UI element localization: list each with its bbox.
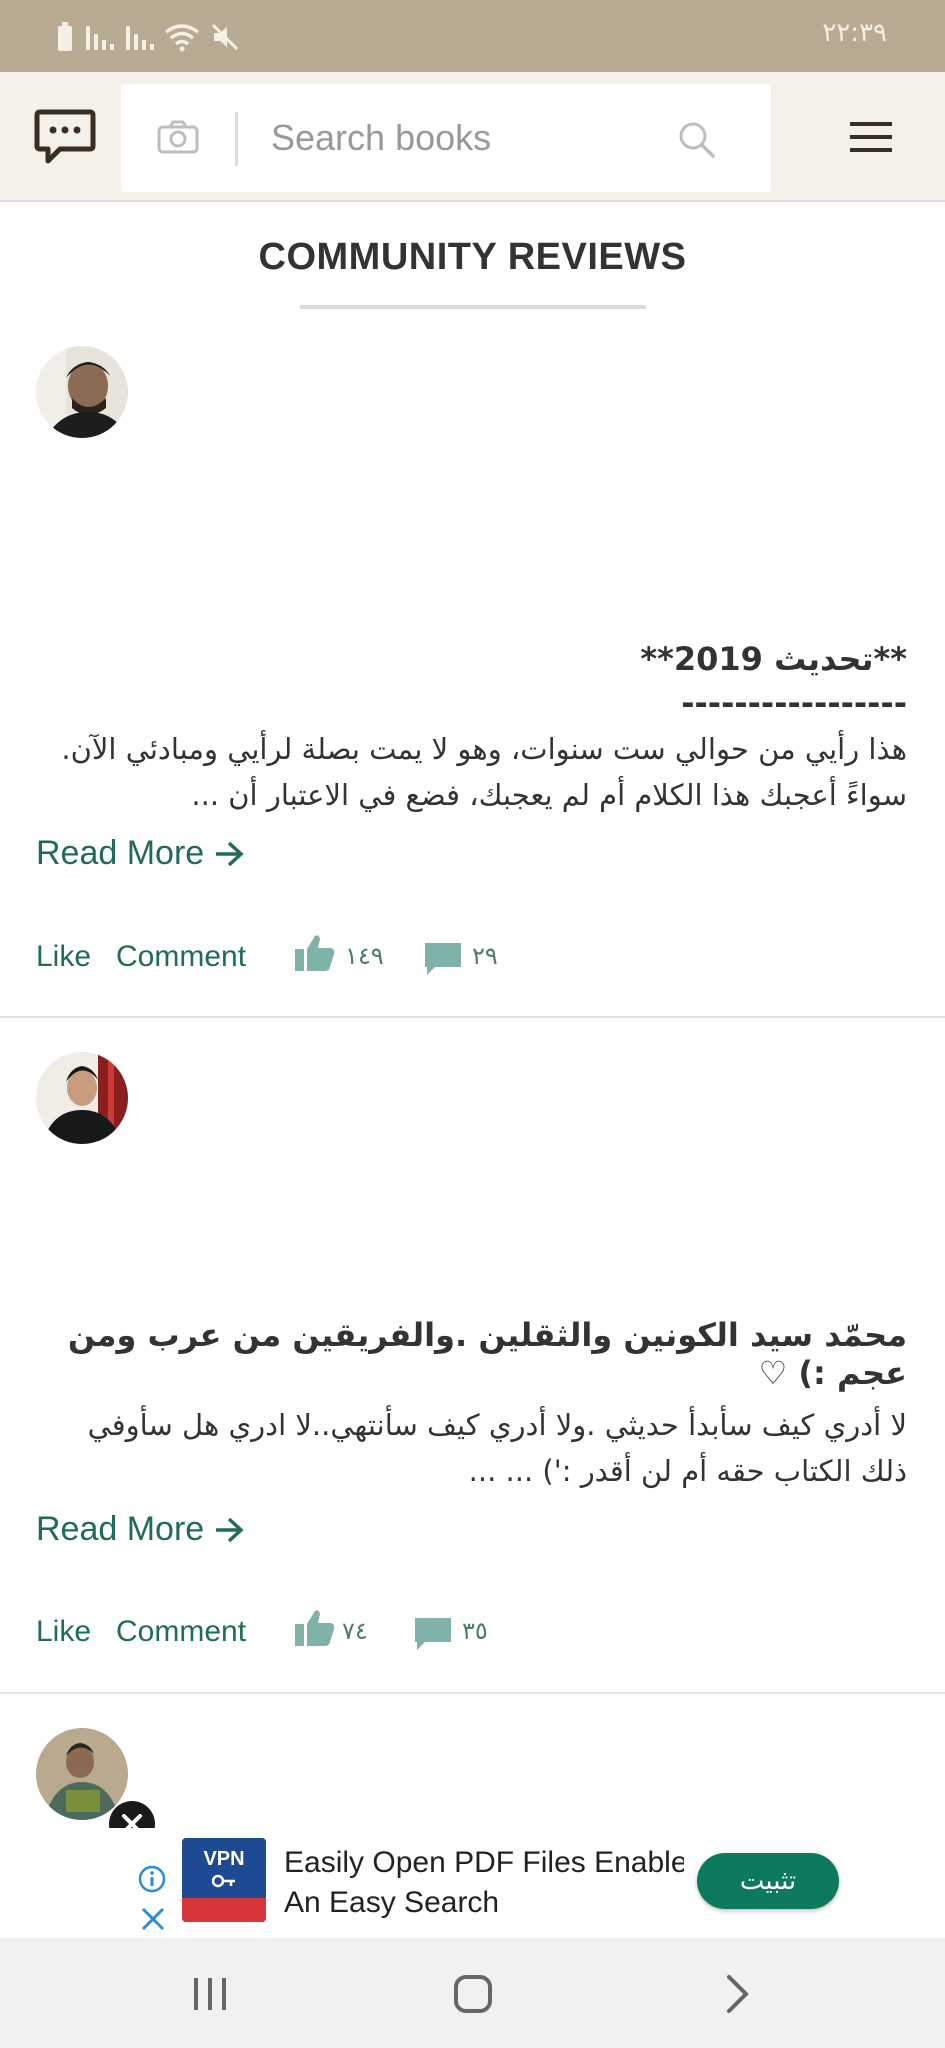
title-underline	[300, 305, 646, 309]
back-button[interactable]	[724, 1974, 752, 2014]
arrow-right-icon	[216, 1517, 244, 1542]
search-icon[interactable]	[677, 120, 717, 160]
thumbs-up-icon	[295, 935, 335, 971]
ad-app-logo: VPN	[182, 1838, 266, 1922]
avatar[interactable]	[36, 1052, 128, 1144]
read-more-link[interactable]: Read More	[36, 834, 244, 873]
ad-logo-text: VPN	[203, 1848, 245, 1870]
mute-icon	[211, 23, 239, 51]
avatar[interactable]	[36, 346, 128, 438]
hamburger-icon	[850, 122, 892, 152]
review-dashes: -----------------	[681, 684, 907, 722]
review-body: لا أدري كيف سأبدأ حديثي .ولا أدري كيف سأ…	[87, 1408, 907, 1488]
comment-icon	[415, 1618, 451, 1650]
review-heading: محمّد سيد الكونين والثقلين .والفريقين من…	[67, 1316, 907, 1392]
ad-info-icon[interactable]	[138, 1865, 166, 1893]
review-divider	[0, 1692, 945, 1694]
ad-dismiss-icon[interactable]	[140, 1906, 166, 1932]
ad-subline: An Easy Search	[284, 1886, 500, 1919]
like-button[interactable]: Like	[36, 1615, 91, 1649]
search-box	[121, 84, 771, 192]
wifi-icon	[164, 24, 200, 52]
section-title: COMMUNITY REVIEWS	[258, 236, 687, 278]
ad-logo-pdf-strip	[182, 1898, 266, 1922]
key-icon	[212, 1874, 235, 1888]
read-more-label: Read More	[36, 1510, 205, 1548]
status-icons	[56, 20, 240, 54]
menu-button[interactable]	[848, 120, 894, 154]
home-icon	[454, 1975, 492, 2013]
read-more-label: Read More	[36, 834, 205, 872]
comment-icon	[425, 943, 461, 975]
chevron-right-icon	[727, 1975, 749, 2013]
search-divider	[235, 112, 238, 166]
comments-count: ٢٩	[472, 942, 498, 970]
likes-count: ١٤٩	[345, 942, 384, 970]
review-divider	[0, 1016, 945, 1018]
signal-icon-2	[126, 26, 154, 50]
signal-icon	[86, 26, 114, 50]
review-heading: **تحديث 2019**	[640, 640, 907, 678]
arrow-right-icon	[216, 841, 244, 866]
status-bar: ٢٢:٣٩	[0, 0, 945, 72]
app-header	[0, 72, 945, 202]
search-input[interactable]	[271, 106, 661, 170]
status-time: ٢٢:٣٩	[822, 18, 887, 48]
ad-headline: Easily Open PDF Files Enables	[284, 1846, 684, 1879]
home-button[interactable]	[453, 1974, 493, 2014]
chat-button[interactable]	[34, 108, 96, 166]
chat-icon	[34, 109, 96, 164]
ad-banner[interactable]: VPN Easily Open PDF Files Enables An Eas…	[0, 1828, 945, 1938]
comment-button[interactable]: Comment	[116, 1615, 246, 1649]
ad-install-button[interactable]: تثبيت	[697, 1853, 839, 1909]
system-nav-bar	[0, 1938, 945, 2048]
review-body: هذا رأيي من حوالي ست سنوات، وهو لا يمت ب…	[61, 732, 907, 812]
likes-count: ٧٤	[342, 1617, 368, 1645]
read-more-link[interactable]: Read More	[36, 1510, 244, 1549]
recents-button[interactable]	[190, 1976, 230, 2012]
comments-count: ٣٥	[462, 1617, 488, 1645]
camera-icon	[157, 120, 199, 154]
camera-button[interactable]	[157, 120, 199, 154]
recents-icon	[194, 1978, 226, 2010]
thumbs-up-icon	[295, 1610, 335, 1646]
like-button[interactable]: Like	[36, 940, 91, 974]
battery-icon	[58, 22, 72, 51]
comment-button[interactable]: Comment	[116, 940, 246, 974]
